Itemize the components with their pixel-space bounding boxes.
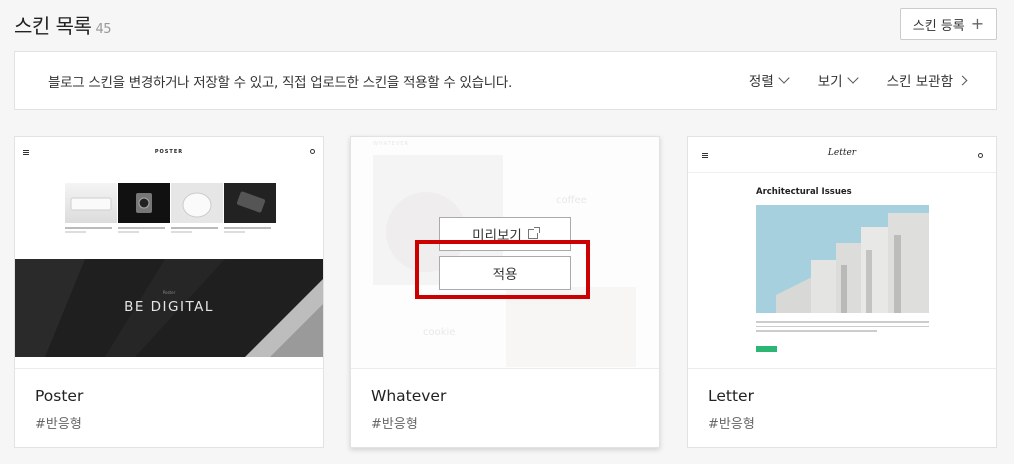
skin-storage-label: 스킨 보관함 (886, 74, 953, 90)
thumb-logo: POSTER (154, 149, 184, 155)
skin-thumbnail[interactable]: Letter Architectural Issues (688, 137, 996, 369)
skin-thumbnail[interactable]: POSTER Poster BE DIGITAL (15, 137, 323, 369)
view-label: 보기 (817, 74, 843, 90)
phone-image (236, 191, 266, 213)
register-skin-label: 스킨 등록 (912, 18, 965, 34)
sort-dropdown[interactable]: 정렬 (748, 70, 790, 90)
apply-button[interactable]: 적용 (439, 256, 571, 290)
page-title-text: 스킨 목록 (14, 14, 92, 38)
sort-label: 정렬 (748, 74, 774, 90)
thumb-caption (118, 227, 170, 235)
thumb-divider (688, 172, 996, 173)
skin-name: Poster (35, 387, 84, 405)
skin-tag: #반응형 (35, 417, 82, 432)
thumb-panel (506, 287, 636, 367)
thumb-banner: Poster BE DIGITAL (15, 259, 323, 357)
thumb-tile (65, 183, 117, 223)
thumb-word: cookie (423, 327, 456, 338)
thumb-word: coffee (556, 195, 587, 206)
chevron-down-icon (846, 72, 859, 84)
thumb-caption (224, 227, 276, 235)
thumb-tile (118, 183, 170, 223)
thumb-tile (171, 183, 223, 223)
banner-kicker: Poster (162, 290, 176, 295)
skin-name: Whatever (371, 387, 447, 405)
thumb-excerpt (756, 321, 929, 335)
plus-icon: + (970, 14, 985, 33)
building-shapes (756, 205, 929, 313)
camera-image (136, 193, 152, 213)
preview-button[interactable]: 미리보기 (439, 217, 571, 251)
page-header: 스킨 목록 45 스킨 등록 + (14, 8, 997, 40)
skin-card-poster[interactable]: POSTER Poster BE DIGITAL Poster #반응형 (14, 136, 324, 448)
thumb-post-tiles (65, 183, 276, 223)
thumb-tile (224, 183, 276, 223)
info-description: 블로그 스킨을 변경하거나 저장할 수 있고, 직접 업로드한 스킨을 적용할 … (48, 75, 512, 91)
external-link-icon (527, 227, 540, 239)
skin-card-whatever[interactable]: WHATEVER coffee cookie 미리보기 적용 Whatever … (350, 136, 660, 448)
thumb-nav: POSTER (15, 147, 323, 159)
view-dropdown[interactable]: 보기 (817, 70, 859, 90)
chevron-right-icon (957, 75, 968, 85)
page-title: 스킨 목록 45 (14, 10, 112, 39)
info-actions: 정렬 보기 스킨 보관함 (748, 70, 968, 90)
thumb-caption (171, 227, 223, 235)
skin-count: 45 (95, 22, 112, 37)
skin-thumbnail[interactable]: WHATEVER coffee cookie 미리보기 적용 (351, 137, 659, 369)
banner-text: BE DIGITAL (124, 299, 214, 315)
preview-label: 미리보기 (472, 228, 522, 244)
thumb-logo: WHATEVER (373, 141, 410, 147)
mouse-image (182, 192, 212, 218)
search-icon (978, 153, 983, 158)
apply-label: 적용 (492, 267, 518, 283)
register-skin-button[interactable]: 스킨 등록 + (900, 8, 997, 40)
info-bar: 블로그 스킨을 변경하거나 저장할 수 있고, 직접 업로드한 스킨을 적용할 … (14, 51, 997, 110)
skin-storage-link[interactable]: 스킨 보관함 (886, 70, 968, 90)
read-more-button (756, 346, 777, 352)
skin-tag: #반응형 (371, 417, 418, 432)
search-icon (310, 149, 315, 154)
thumb-heading: Architectural Issues (756, 187, 852, 197)
building-image (756, 205, 929, 313)
skin-tag: #반응형 (708, 417, 755, 432)
skin-name: Letter (708, 387, 754, 405)
thumb-captions (65, 227, 276, 235)
skin-card-letter[interactable]: Letter Architectural Issues Letter #반응형 (687, 136, 997, 448)
speaker-image (70, 197, 112, 211)
thumb-caption (65, 227, 117, 235)
thumb-logo: Letter (827, 148, 857, 158)
chevron-down-icon (778, 72, 790, 84)
